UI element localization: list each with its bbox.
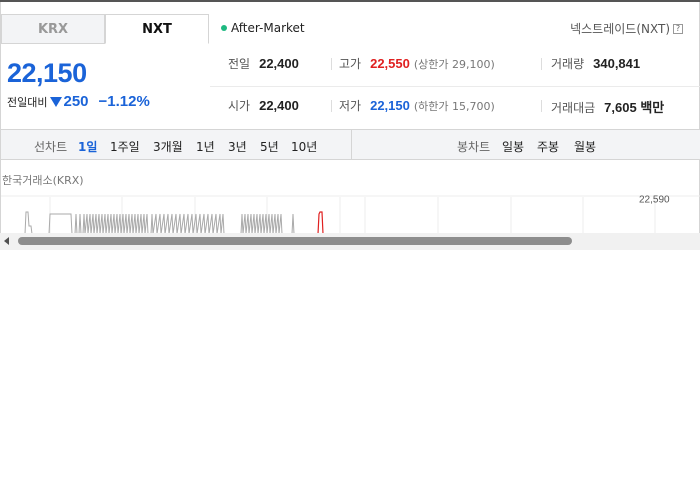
- change-percent: −1.12%: [98, 93, 150, 110]
- tab-10year[interactable]: 10년: [291, 138, 317, 155]
- stat-label: 고가: [339, 57, 362, 71]
- stat-label: 저가: [339, 99, 362, 113]
- current-price: 22,150: [7, 58, 87, 88]
- down-arrow-icon: [50, 96, 63, 107]
- stock-price-panel: KRX NXT After-Market 넥스트레이드(NXT) ? 22,15…: [0, 2, 700, 236]
- stat-high: 고가 22,550 (상한가 29,100): [339, 55, 495, 72]
- line-chart-label: 선차트: [34, 140, 68, 154]
- market-tabs: KRX NXT: [1, 14, 210, 44]
- stat-value: 7,605 백만: [604, 100, 665, 115]
- horizontal-scrollbar[interactable]: [0, 233, 700, 250]
- stat-amount: 거래대금 7,605 백만: [551, 97, 664, 116]
- after-market-line: [317, 211, 324, 235]
- price-change: 전일대비 250 −1.12%: [7, 93, 150, 110]
- chart-period-tabs: 선차트 1일 1주일 3개월 1년 3년 5년 10년 봉차트 일봉 주봉 월봉: [1, 129, 700, 160]
- tabs-divider: [351, 130, 352, 159]
- chart-title: 한국거래소(KRX): [2, 174, 84, 187]
- price-line: [1, 211, 318, 235]
- column-divider: [331, 58, 332, 70]
- stat-label: 전일: [228, 57, 251, 71]
- question-icon[interactable]: ?: [673, 23, 683, 34]
- stat-volume: 거래량 340,841: [551, 55, 640, 72]
- intraday-chart: 22,590: [1, 194, 700, 236]
- column-divider: [541, 100, 542, 112]
- stat-prev-close: 전일 22,400: [228, 55, 299, 72]
- session-status: After-Market: [221, 21, 305, 35]
- stat-value: 340,841: [593, 56, 641, 71]
- stat-label: 시가: [228, 99, 251, 113]
- stat-open: 시가 22,400: [228, 97, 299, 114]
- tab-1week[interactable]: 1주일: [110, 138, 140, 155]
- tab-monthly-candle[interactable]: 월봉: [574, 138, 596, 155]
- candle-chart-label: 봉차트: [457, 140, 491, 154]
- chart-price-label: 22,590: [639, 194, 670, 205]
- tab-5year[interactable]: 5년: [260, 138, 279, 155]
- exchange-note: 넥스트레이드(NXT) ?: [570, 20, 683, 37]
- tab-nxt[interactable]: NXT: [105, 14, 209, 44]
- stat-sub: (상한가 29,100): [413, 58, 495, 71]
- tab-daily-candle[interactable]: 일봉: [502, 138, 524, 155]
- stat-sub: (하한가 15,700): [413, 100, 495, 113]
- stat-value: 22,550: [370, 56, 410, 71]
- tab-krx[interactable]: KRX: [1, 14, 105, 44]
- change-label: 전일대비: [7, 95, 48, 109]
- status-dot-icon: [221, 25, 227, 31]
- tab-3year[interactable]: 3년: [228, 138, 247, 155]
- column-divider: [541, 58, 542, 70]
- tab-1year[interactable]: 1년: [196, 138, 215, 155]
- column-divider: [331, 100, 332, 112]
- stat-value: 22,400: [259, 56, 299, 71]
- tab-weekly-candle[interactable]: 주봉: [537, 138, 559, 155]
- session-label: After-Market: [231, 21, 305, 35]
- exchange-label: 넥스트레이드(NXT): [570, 22, 670, 36]
- stat-value: 22,150: [370, 98, 410, 113]
- stats-divider: [210, 86, 700, 87]
- stat-low: 저가 22,150 (하한가 15,700): [339, 97, 495, 114]
- tab-1day[interactable]: 1일: [78, 138, 97, 155]
- scroll-thumb[interactable]: [18, 237, 572, 245]
- stat-value: 22,400: [259, 98, 299, 113]
- stat-label: 거래대금: [551, 101, 596, 115]
- tab-3month[interactable]: 3개월: [153, 138, 183, 155]
- scroll-left-arrow-icon[interactable]: [4, 237, 9, 245]
- change-amount: 250: [63, 93, 89, 110]
- stat-label: 거래량: [551, 57, 585, 71]
